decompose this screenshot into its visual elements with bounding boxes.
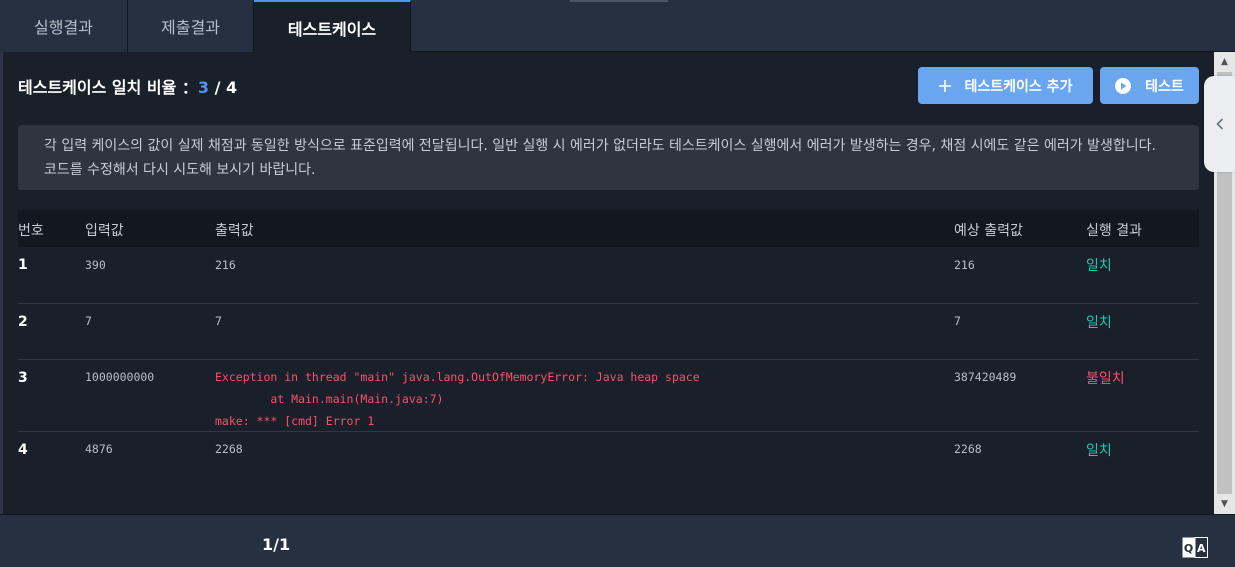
row-no: 1: [18, 257, 28, 273]
notice-box: 각 입력 케이스의 값이 실제 채점과 동일한 방식으로 표준입력에 전달됩니다…: [18, 125, 1199, 190]
match-ratio: 테스트케이스 일치 비율 ：3 / 4: [18, 74, 237, 98]
header-result: 실행 결과: [1086, 223, 1142, 239]
table-row: 1 390 216 216 일치: [18, 247, 1199, 304]
plus-icon: [938, 79, 951, 92]
row-output: 7: [215, 314, 222, 328]
row-no: 2: [18, 314, 28, 330]
row-input: 390: [85, 258, 106, 272]
match-ratio-matched: 3: [197, 78, 210, 97]
side-panel-toggle[interactable]: [1204, 76, 1235, 172]
row-result: 일치: [1086, 443, 1112, 459]
tab-run-result[interactable]: 실행결과: [0, 0, 128, 52]
row-input: 4876: [85, 442, 113, 456]
footer-bar: 1/1 Q A: [0, 514, 1235, 567]
row-expected: 2268: [954, 442, 982, 456]
match-ratio-label: 테스트케이스 일치 비율 ：: [18, 78, 198, 97]
test-button[interactable]: 테스트: [1100, 67, 1199, 104]
header-input: 입력값: [85, 223, 124, 239]
tab-bar: 실행결과 제출결과 테스트케이스: [0, 0, 1235, 53]
row-no: 3: [18, 370, 28, 386]
row-expected: 387420489: [954, 370, 1017, 384]
scroll-down-icon[interactable]: ▼: [1214, 494, 1235, 514]
svg-text:Q: Q: [1184, 542, 1193, 555]
row-result: 일치: [1086, 315, 1112, 331]
tab-submit-result[interactable]: 제출결과: [128, 0, 254, 52]
row-output: 216: [215, 258, 236, 272]
row-expected: 7: [954, 314, 961, 328]
svg-text:A: A: [1197, 542, 1206, 555]
match-ratio-separator: /: [209, 78, 227, 97]
header-no: 번호: [18, 223, 44, 239]
header-output: 출력값: [215, 223, 254, 239]
row-output: 2268: [215, 442, 243, 456]
row-output-error: Exception in thread "main" java.lang.Out…: [215, 370, 700, 428]
chevron-left-icon: [1215, 115, 1224, 134]
test-label: 테스트: [1145, 78, 1184, 95]
header-expected: 예상 출력값: [954, 223, 1023, 239]
tab-testcases[interactable]: 테스트케이스: [254, 0, 411, 53]
row-expected: 216: [954, 258, 975, 272]
row-no: 4: [18, 442, 28, 458]
qa-icon[interactable]: Q A: [1182, 537, 1208, 558]
testcase-panel: 테스트케이스 일치 비율 ：3 / 4 테스트케이스 추가 테스트 각 입력 케…: [0, 52, 1214, 514]
add-testcase-label: 테스트케이스 추가: [964, 78, 1073, 95]
table-header: 번호 입력값 출력값 예상 출력값 실행 결과: [18, 210, 1199, 247]
table-row: 3 1000000000 Exception in thread "main" …: [18, 360, 1199, 432]
row-input: 1000000000: [85, 370, 155, 384]
row-input: 7: [85, 314, 92, 328]
pagination: 1/1: [262, 535, 291, 554]
scroll-up-icon[interactable]: ▲: [1214, 52, 1235, 72]
row-result: 불일치: [1086, 371, 1125, 387]
add-testcase-button[interactable]: 테스트케이스 추가: [918, 67, 1093, 104]
table-row: 4 4876 2268 2268 일치: [18, 432, 1199, 492]
resize-handle[interactable]: [570, 0, 668, 2]
match-ratio-total: 4: [226, 78, 238, 97]
row-result: 일치: [1086, 258, 1112, 274]
table-row: 2 7 7 7 일치: [18, 304, 1199, 360]
play-icon: [1115, 77, 1132, 94]
